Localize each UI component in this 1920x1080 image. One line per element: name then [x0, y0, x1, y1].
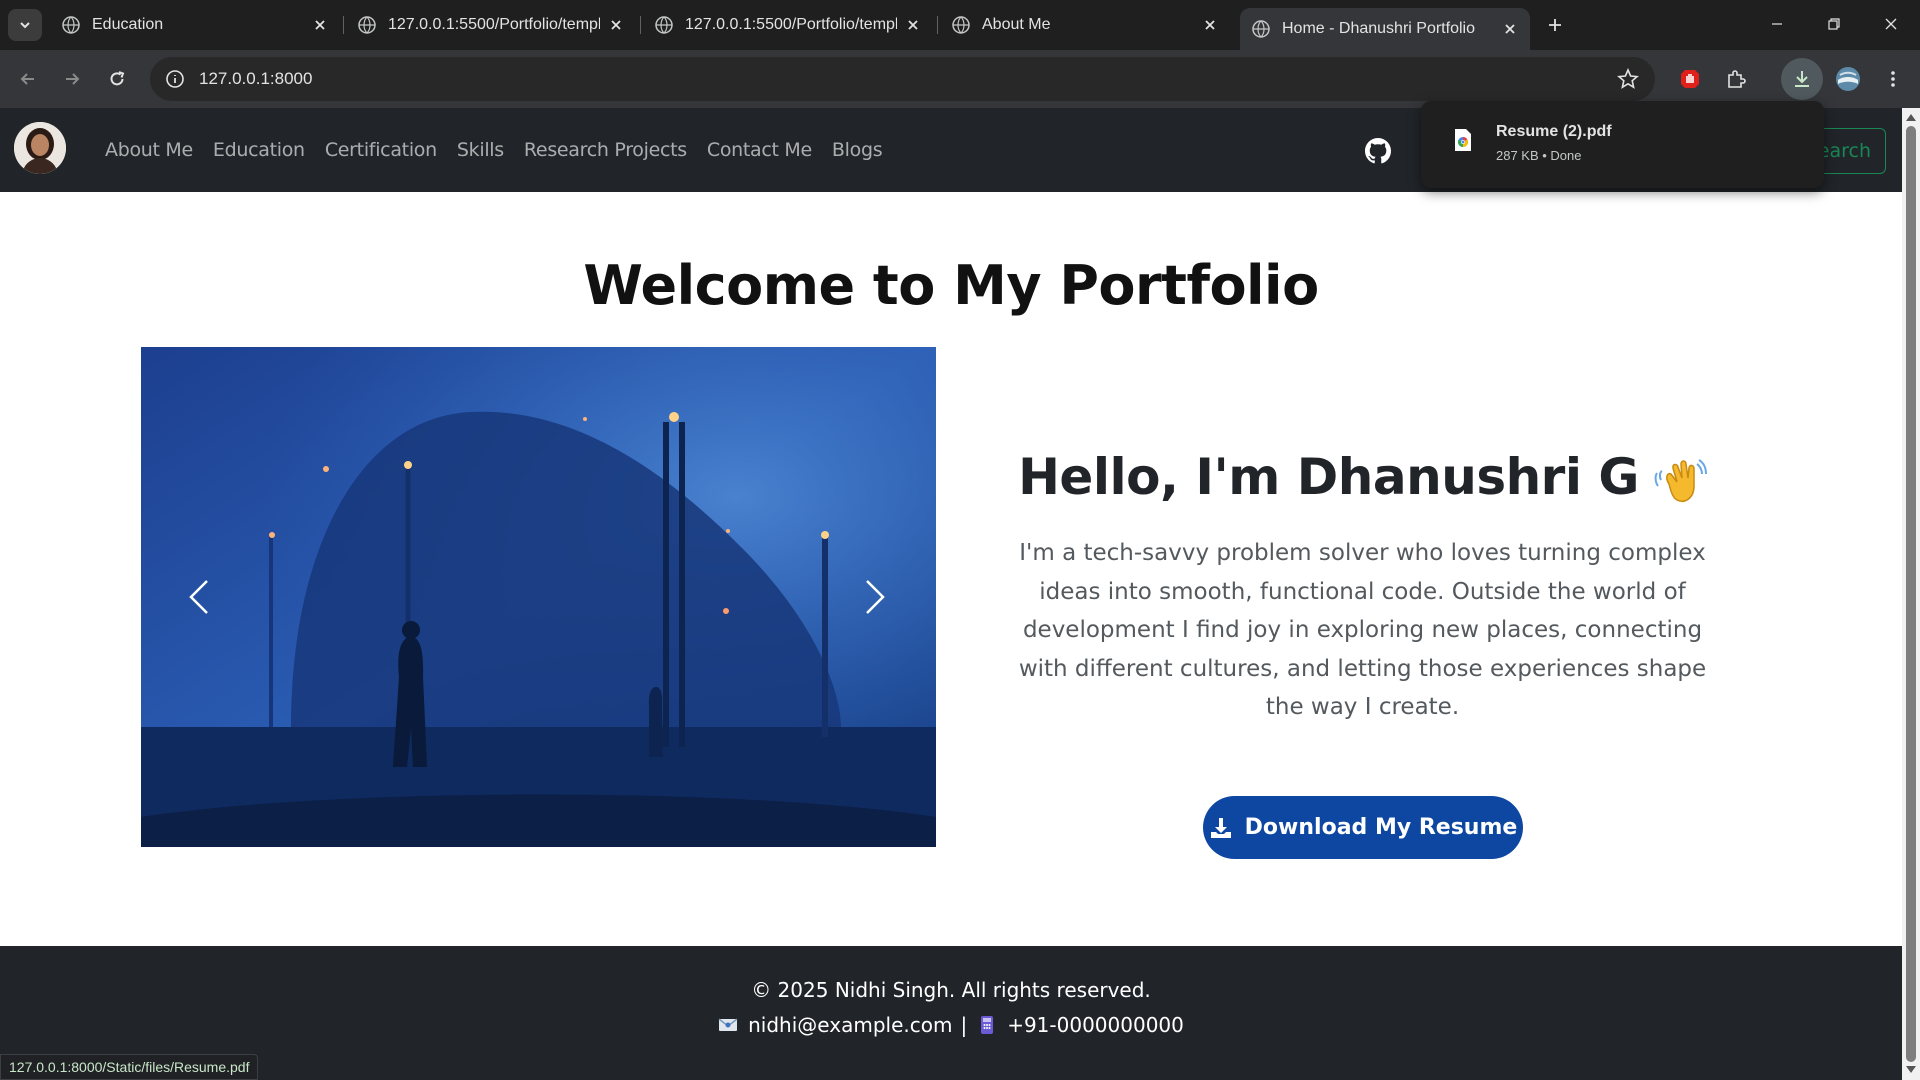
- site-info-icon[interactable]: [165, 69, 185, 89]
- tab-portfolio-1[interactable]: 127.0.0.1:5500/Portfolio/templa: [346, 8, 636, 42]
- hello-text: Hello, I'm Dhanushri G: [1018, 448, 1639, 506]
- page-viewport: About Me Education Certification Skills …: [0, 108, 1902, 1080]
- github-icon[interactable]: [1365, 138, 1391, 164]
- address-bar[interactable]: 127.0.0.1:8000: [150, 57, 1655, 101]
- download-icon: [1210, 817, 1231, 838]
- nav-link-about-me[interactable]: About Me: [95, 139, 203, 161]
- carousel-next-button[interactable]: [845, 567, 905, 627]
- back-button[interactable]: [12, 63, 44, 95]
- page-title: Welcome to My Portfolio: [583, 254, 1319, 317]
- globe-icon: [62, 16, 80, 34]
- profile-avatar-button[interactable]: [1832, 63, 1864, 95]
- carousel-prev-button[interactable]: [169, 567, 229, 627]
- tab-portfolio-2[interactable]: 127.0.0.1:5500/Portfolio/templa: [643, 8, 933, 42]
- url-text[interactable]: 127.0.0.1:8000: [199, 69, 312, 89]
- tab-title: About Me: [982, 16, 1051, 33]
- footer-copyright: © 2025 Nidhi Singh. All rights reserved.: [751, 978, 1151, 1002]
- carousel-slide-image: [141, 347, 936, 847]
- globe-icon: [655, 16, 673, 34]
- scroll-down-arrow[interactable]: [1906, 1066, 1916, 1073]
- chevron-right-icon: [866, 580, 885, 614]
- close-icon[interactable]: [608, 17, 624, 33]
- tab-search-button[interactable]: [8, 9, 42, 41]
- hello-heading: Hello, I'm Dhanushri G: [1000, 448, 1725, 508]
- footer-contact: nidhi@example.com | +91-0000000000: [0, 1013, 1902, 1037]
- chevron-left-icon: [189, 580, 208, 614]
- extension-adblock-button[interactable]: [1674, 63, 1706, 95]
- download-resume-label: Download My Resume: [1244, 815, 1518, 840]
- nav-link-blogs[interactable]: Blogs: [822, 139, 892, 161]
- globe-icon: [952, 16, 970, 34]
- close-icon[interactable]: [905, 17, 921, 33]
- tab-separator: [640, 16, 641, 34]
- scroll-up-arrow[interactable]: [1906, 114, 1916, 121]
- nav-link-certification[interactable]: Certification: [315, 139, 447, 161]
- tab-about-me[interactable]: About Me: [940, 8, 1230, 42]
- close-window-button[interactable]: [1877, 10, 1905, 38]
- tab-home-active[interactable]: Home - Dhanushri Portfolio: [1240, 8, 1530, 50]
- nav-link-research-projects[interactable]: Research Projects: [514, 139, 697, 161]
- image-carousel[interactable]: [141, 347, 936, 847]
- download-meta: 287 KB • Done: [1496, 148, 1582, 163]
- tab-title: 127.0.0.1:5500/Portfolio/templa: [685, 16, 897, 33]
- close-icon[interactable]: [1202, 17, 1218, 33]
- globe-icon: [1252, 20, 1270, 38]
- arrow-left-icon: [20, 73, 34, 85]
- tab-title: Education: [92, 16, 164, 33]
- minimize-icon: [1772, 23, 1782, 25]
- new-tab-button[interactable]: [1542, 12, 1568, 38]
- minimize-button[interactable]: [1763, 10, 1791, 38]
- status-bar-url: 127.0.0.1:8000/Static/files/Resume.pdf: [0, 1054, 259, 1080]
- downloads-button[interactable]: [1781, 58, 1823, 100]
- stop-hand-icon: [1681, 70, 1699, 88]
- download-icon: [1795, 71, 1809, 87]
- plus-icon: [1549, 19, 1561, 31]
- page-scrollbar[interactable]: [1902, 108, 1920, 1080]
- nav-link-education[interactable]: Education: [203, 139, 315, 161]
- tab-education[interactable]: Education: [50, 8, 340, 42]
- pdf-file-icon: [1455, 129, 1471, 151]
- more-vertical-icon: [1891, 71, 1895, 87]
- tab-title: 127.0.0.1:5500/Portfolio/templa: [388, 16, 600, 33]
- download-filename[interactable]: Resume (2).pdf: [1496, 123, 1612, 141]
- reload-icon: [110, 71, 125, 86]
- email-icon: [718, 1018, 738, 1031]
- puzzle-icon: [1728, 70, 1746, 88]
- footer-email[interactable]: nidhi@example.com: [748, 1013, 952, 1037]
- nav-link-contact-me[interactable]: Contact Me: [697, 139, 822, 161]
- close-icon[interactable]: [1502, 21, 1518, 37]
- close-icon[interactable]: [312, 17, 328, 33]
- tab-title: Home - Dhanushri Portfolio: [1282, 20, 1475, 37]
- restore-icon: [1828, 18, 1840, 30]
- tab-strip: Education 127.0.0.1:5500/Portfolio/templ…: [0, 0, 1920, 50]
- browser-toolbar: 127.0.0.1:8000: [0, 50, 1920, 108]
- waving-hand-icon: [1654, 458, 1707, 502]
- download-bubble[interactable]: Resume (2).pdf 287 KB • Done: [1421, 101, 1824, 188]
- restore-button[interactable]: [1820, 10, 1848, 38]
- bookmark-star-icon[interactable]: [1617, 68, 1639, 90]
- avatar[interactable]: [14, 122, 66, 174]
- close-icon: [1885, 18, 1897, 30]
- nav-link-skills[interactable]: Skills: [447, 139, 514, 161]
- browser-menu-button[interactable]: [1877, 63, 1909, 95]
- arrow-right-icon: [66, 73, 80, 85]
- download-resume-button[interactable]: Download My Resume: [1203, 796, 1523, 859]
- globe-icon: [358, 16, 376, 34]
- forward-button[interactable]: [56, 63, 88, 95]
- intro-paragraph: I'm a tech-savvy problem solver who love…: [1018, 540, 1707, 720]
- footer-phone[interactable]: +91-0000000000: [1007, 1013, 1184, 1037]
- footer-separator: |: [960, 1013, 968, 1037]
- extensions-button[interactable]: [1720, 63, 1752, 95]
- site-footer: © 2025 Nidhi Singh. All rights reserved.…: [0, 946, 1902, 1080]
- nav-links: About Me Education Certification Skills …: [95, 108, 892, 192]
- chevron-down-icon: [20, 22, 30, 29]
- profile-icon: [1836, 67, 1860, 91]
- phone-icon: [981, 1016, 994, 1034]
- tab-separator: [937, 16, 938, 34]
- profile-photo: [14, 122, 66, 174]
- scrollbar-thumb[interactable]: [1906, 126, 1916, 1062]
- reload-button[interactable]: [101, 63, 133, 95]
- tab-separator: [343, 16, 344, 34]
